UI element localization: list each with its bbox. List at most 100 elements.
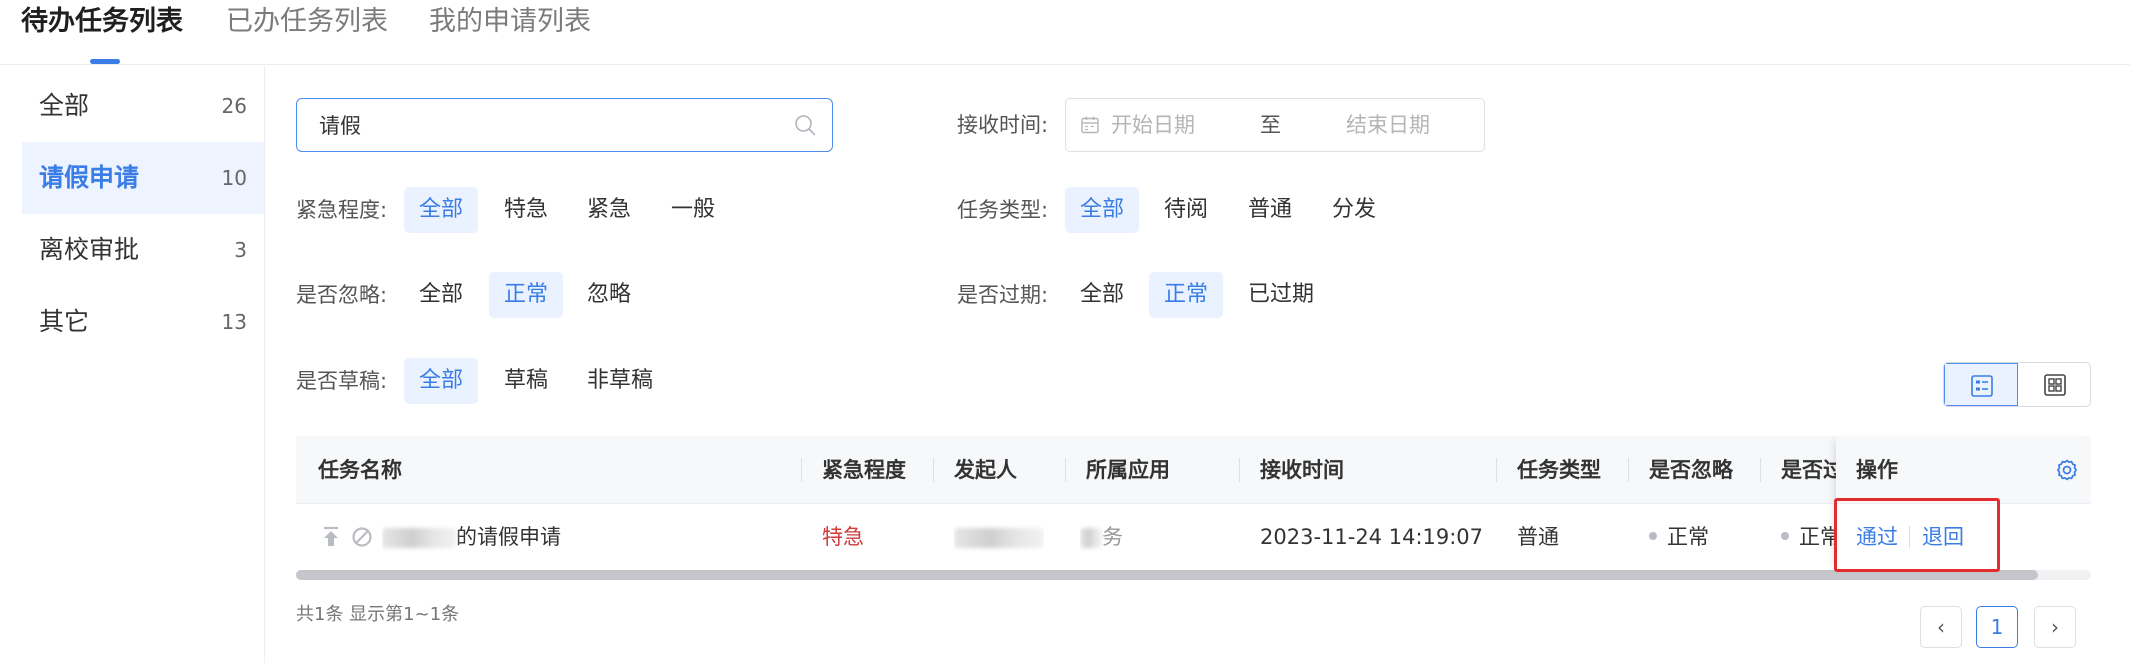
application-text: 务 [1102,525,1123,549]
expired-cell: 正常 [1781,504,1836,570]
grid-view-icon [2044,374,2066,396]
approve-button[interactable]: 通过 [1856,504,1898,570]
urgency-option-normal[interactable]: 一般 [656,187,730,233]
column-divider[interactable] [933,458,934,482]
sidebar-item-label: 全部 [39,91,90,120]
ignored-filter-label: 是否忽略: [296,283,388,307]
table-row[interactable]: 的请假申请 特急 务 2023-11-24 14:19:07 普通 正常 正常 [296,504,2091,570]
list-view-icon [1971,375,1993,397]
ignored-cell: 正常 [1649,504,1709,570]
task-type-option-all[interactable]: 全部 [1065,187,1140,233]
sidebar-item-other[interactable]: 其它 13 [22,286,264,358]
task-type-cell: 普通 [1517,525,1559,549]
task-type-filter-label: 任务类型: [957,198,1049,222]
result-summary: 共1条 显示第1~1条 [296,604,460,625]
column-divider[interactable] [801,458,802,482]
action-column-header: 操作 [1836,436,2091,504]
sidebar-item-count: 26 [221,94,247,118]
date-separator: 至 [1260,113,1281,137]
date-range-picker[interactable]: 开始日期 至 结束日期 [1065,98,1485,152]
action-divider [1909,526,1910,548]
prev-page-button[interactable]: ‹ [1920,606,1962,648]
redacted-application [1080,528,1102,548]
start-date-input[interactable]: 开始日期 [1111,99,1195,151]
ignored-option-normal[interactable]: 正常 [489,272,564,318]
column-header-task-type: 任务类型 [1517,458,1601,482]
status-dot [1649,532,1657,540]
column-divider[interactable] [1496,458,1497,482]
column-divider[interactable] [1065,458,1066,482]
redacted-name [382,528,456,548]
tab-todo-list[interactable]: 待办任务列表 [21,2,183,42]
next-page-button[interactable]: › [2034,606,2076,648]
urgency-filter-label: 紧急程度: [296,198,388,222]
task-type-option-ordinary[interactable]: 普通 [1233,187,1307,233]
draft-filter-label: 是否草稿: [296,369,388,393]
return-button[interactable]: 退回 [1922,504,1964,570]
receive-time-cell: 2023-11-24 14:19:07 [1260,525,1484,549]
active-tab-indicator [90,59,120,64]
column-divider[interactable] [1628,458,1629,482]
list-view-button[interactable] [1944,363,2018,406]
sidebar-item-label: 离校审批 [39,235,140,264]
column-header-task-name: 任务名称 [318,458,402,482]
fixed-action-column: 操作 通过 退回 [1836,436,2091,570]
column-divider[interactable] [1760,458,1761,482]
expired-filter-label: 是否过期: [957,283,1049,307]
ignore-icon[interactable] [351,526,373,548]
column-header-initiator: 发起人 [954,458,1017,482]
tab-my-applications[interactable]: 我的申请列表 [429,2,591,42]
sidebar-item-count: 10 [221,166,247,190]
top-tab-bar: 待办任务列表 已办任务列表 我的申请列表 [0,0,2130,65]
sidebar-item-count: 3 [234,238,247,262]
pin-top-icon[interactable] [321,526,341,548]
column-header-expired: 是否过期 [1781,458,1836,482]
draft-option-draft[interactable]: 草稿 [489,358,563,404]
column-header-receive-time: 接收时间 [1260,458,1344,482]
search-icon[interactable] [794,114,816,136]
expired-option-all[interactable]: 全部 [1065,272,1139,318]
column-header-actions: 操作 [1856,458,1898,482]
ignored-option-ignored[interactable]: 忽略 [572,272,646,318]
sidebar-item-label: 其它 [39,307,90,336]
expired-status-text: 正常 [1799,525,1836,549]
task-type-option-to-read[interactable]: 待阅 [1149,187,1223,233]
search-field[interactable] [296,98,833,152]
sidebar-item-leave-application[interactable]: 请假申请 10 [22,142,264,214]
urgency-cell: 特急 [822,525,864,549]
task-name-cell[interactable]: 的请假申请 [382,504,561,570]
urgency-option-top-urgent[interactable]: 特急 [489,187,563,233]
task-name-text: 的请假申请 [456,525,561,549]
redacted-initiator [954,528,1044,548]
view-mode-toggle [1943,362,2091,407]
search-input[interactable] [319,99,759,151]
sidebar-item-leave-school[interactable]: 离校审批 3 [22,214,264,286]
ignored-status-text: 正常 [1667,525,1709,549]
expired-option-normal[interactable]: 正常 [1149,272,1224,318]
draft-option-all[interactable]: 全部 [404,358,479,404]
column-divider[interactable] [1239,458,1240,482]
ignored-option-all[interactable]: 全部 [404,272,478,318]
grid-view-button[interactable] [2018,363,2090,406]
horizontal-scrollbar[interactable] [296,570,2038,580]
calendar-icon [1081,116,1099,134]
gear-icon[interactable] [2055,458,2079,482]
sidebar-item-label: 请假申请 [39,163,140,192]
column-header-ignored: 是否忽略 [1649,458,1733,482]
urgency-option-all[interactable]: 全部 [404,187,479,233]
initiator-cell [954,504,1044,570]
page-number-button[interactable]: 1 [1976,606,2018,648]
draft-option-non-draft[interactable]: 非草稿 [572,358,668,404]
task-type-option-distribute[interactable]: 分发 [1317,187,1391,233]
urgency-option-urgent[interactable]: 紧急 [572,187,646,233]
end-date-input[interactable]: 结束日期 [1346,99,1430,151]
status-dot [1781,532,1789,540]
table-header: 任务名称 紧急程度 发起人 所属应用 接收时间 任务类型 是否忽略 是否过期 [296,436,2091,504]
sidebar-item-all[interactable]: 全部 26 [22,70,264,142]
application-cell: 务 [1080,504,1123,570]
tab-done-list[interactable]: 已办任务列表 [226,2,388,42]
category-sidebar: 全部 26 请假申请 10 离校审批 3 其它 13 [0,66,265,663]
column-header-application: 所属应用 [1086,458,1170,482]
expired-option-expired[interactable]: 已过期 [1233,272,1329,318]
task-table: 任务名称 紧急程度 发起人 所属应用 接收时间 任务类型 是否忽略 是否过期 的… [296,436,2091,582]
